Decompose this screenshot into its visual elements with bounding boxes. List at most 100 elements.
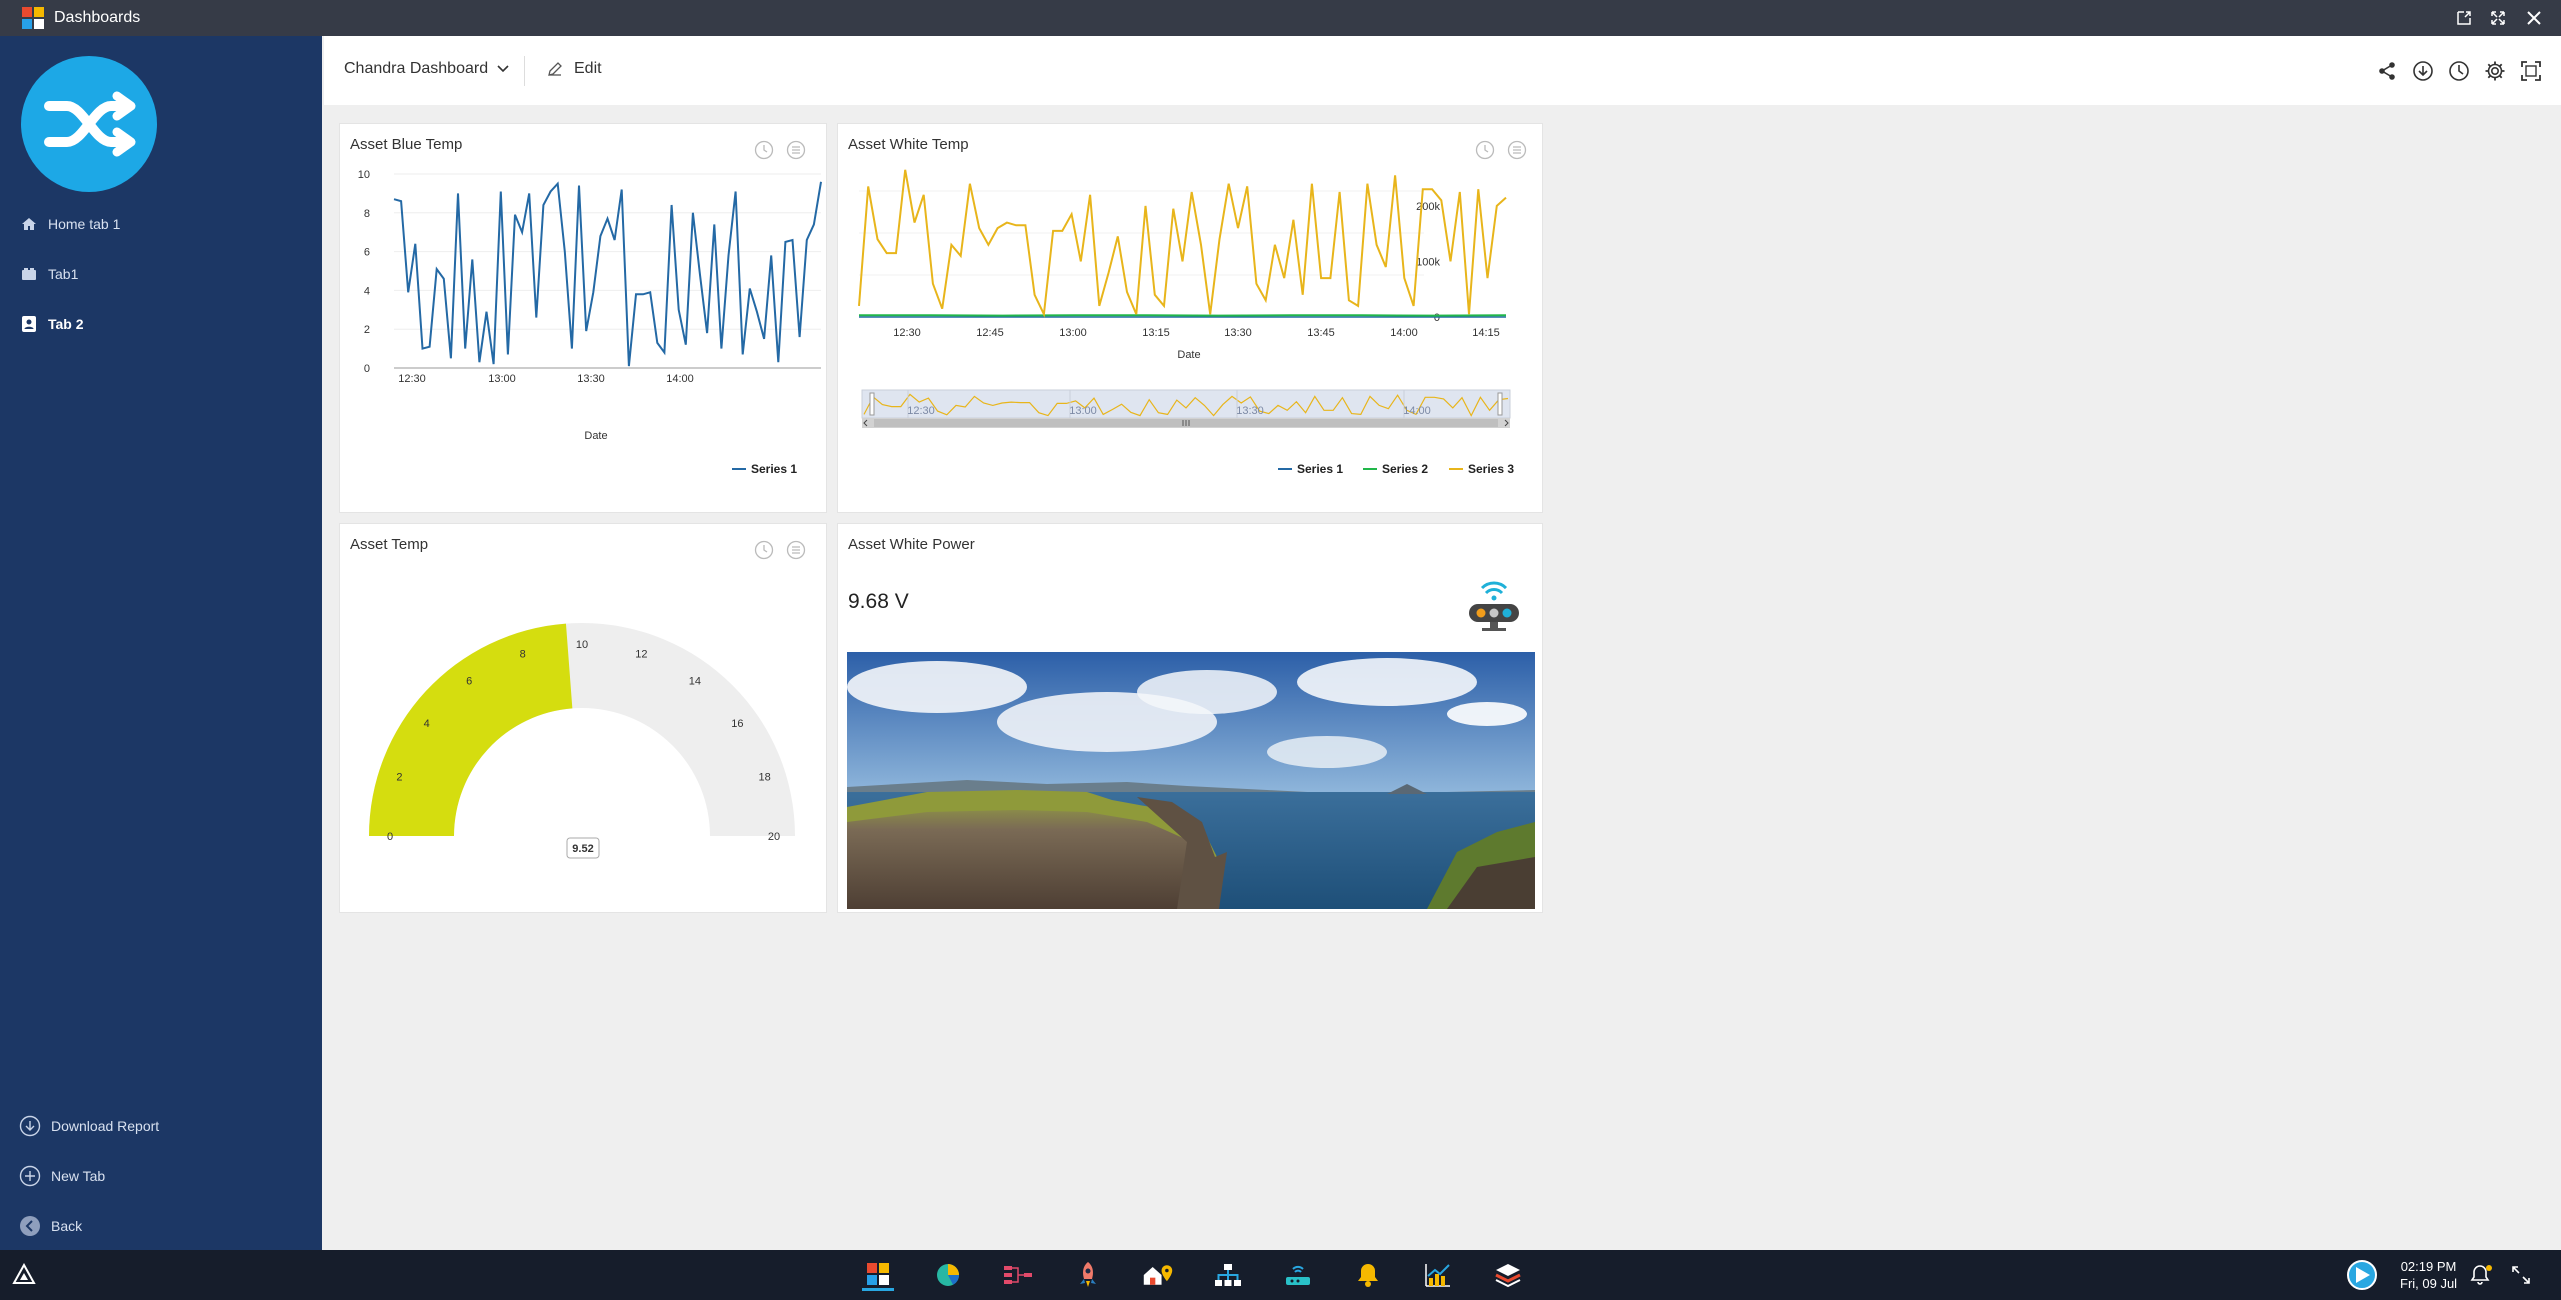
hierarchy-icon[interactable]: [1212, 1259, 1244, 1291]
x-tick-label: 13:00: [1059, 327, 1087, 339]
y-tick-label: 100k: [1416, 256, 1440, 268]
x-axis-label: Date: [1177, 349, 1200, 361]
sidebar-item-label: Home tab 1: [48, 216, 121, 232]
x-axis-label: Date: [584, 430, 607, 442]
user-avatar[interactable]: [2344, 1260, 2380, 1295]
gauge-tick-label: 16: [731, 718, 743, 730]
gauge-tick-label: 12: [635, 648, 647, 660]
sidebar-item-tab1[interactable]: Tab1: [20, 260, 78, 288]
series-1-line: [393, 181, 822, 367]
widget-title: Asset White Power: [848, 536, 975, 553]
close-icon[interactable]: [2522, 6, 2546, 30]
power-value: 9.68 V: [848, 590, 909, 613]
dashboard-selector[interactable]: Chandra Dashboard: [344, 60, 510, 78]
gauge-tick-label: 8: [520, 648, 526, 660]
edit-button[interactable]: Edit: [546, 60, 602, 78]
expand-icon[interactable]: [2510, 1264, 2532, 1291]
pencil-icon: [548, 62, 562, 76]
navigator-tick-label: 13:30: [1236, 405, 1264, 417]
temp-gauge: 0 2 4 6 8 10 12 14 16 18 20 9.52: [369, 623, 795, 859]
title-bar: Dashboards: [0, 0, 2561, 36]
x-tick-label: 12:45: [976, 327, 1004, 339]
legend-series-1[interactable]: Series 1: [1297, 462, 1343, 476]
y-tick-label: 4: [364, 285, 370, 297]
widget-asset-blue-temp: Asset Blue Temp 0 2 4 6 8 10 12:30 13:00 13:30 1…: [339, 123, 827, 513]
sidebar-item-home-tab-1[interactable]: Home tab 1: [20, 210, 120, 238]
clock-date: Fri, 09 Jul: [2400, 1276, 2458, 1291]
clock-time: 02:19 PM: [2400, 1259, 2457, 1274]
back-label: Back: [51, 1218, 83, 1234]
share-icon[interactable]: [2374, 58, 2400, 84]
device-icon[interactable]: [1282, 1259, 1314, 1291]
tab-icon: [20, 265, 38, 283]
alerts-icon[interactable]: [1352, 1259, 1384, 1291]
legend-series-3[interactable]: Series 3: [1468, 462, 1514, 476]
notifications-icon[interactable]: [2470, 1264, 2494, 1291]
maximize-icon[interactable]: [2486, 6, 2510, 30]
legend-series-2[interactable]: Series 2: [1382, 462, 1428, 476]
blue-temp-line-chart: 0 2 4 6 8 10 12:30 13:00 13:30 14:00 Date Series…: [358, 169, 822, 476]
chart-navigator[interactable]: 12:30 13:00 13:30 14:00: [861, 389, 1511, 428]
y-tick-label: 0: [364, 363, 370, 375]
x-tick-label: 13:00: [488, 373, 516, 385]
dashboards-app-icon: [22, 7, 44, 29]
asset-location-icon[interactable]: [1142, 1259, 1174, 1291]
white-temp-line-chart: 0 100k 200k 12:30 12:45 13:00 13:15 13:30 13:45…: [858, 169, 1514, 476]
taskbar: 02:19 PM Fri, 09 Jul: [0, 1250, 2561, 1300]
reports-icon[interactable]: [1422, 1259, 1454, 1291]
popout-icon[interactable]: [2452, 6, 2476, 30]
gauge-value: 9.52: [572, 843, 593, 855]
back-button[interactable]: Back: [19, 1212, 82, 1240]
x-tick-label: 13:15: [1142, 327, 1170, 339]
y-tick-label: 6: [364, 247, 370, 259]
new-tab-label: New Tab: [51, 1168, 106, 1184]
brand-logo: [21, 56, 157, 192]
legend-series-1[interactable]: Series 1: [751, 462, 797, 476]
sidebar: Home tab 1 Tab1 Tab 2 Download Report Ne…: [0, 36, 322, 1250]
analytics-pie-icon[interactable]: [932, 1259, 964, 1291]
plus-circle-icon: [19, 1165, 41, 1187]
x-tick-label: 13:30: [577, 373, 605, 385]
wireless-sensor-icon: [1469, 581, 1519, 631]
sidebar-item-tab-2[interactable]: Tab 2: [20, 310, 84, 338]
dashboard-name: Chandra Dashboard: [344, 60, 489, 77]
download-icon[interactable]: [2410, 58, 2436, 84]
flow-icon[interactable]: [1002, 1259, 1034, 1291]
dashboards-icon[interactable]: [862, 1259, 894, 1291]
navigator-tick-label: 12:30: [907, 405, 935, 417]
sidebar-item-label: Tab1: [48, 266, 79, 282]
window-title: Dashboards: [54, 9, 141, 26]
back-circle-icon: [20, 1216, 40, 1236]
fullscreen-icon[interactable]: [2518, 58, 2544, 84]
x-tick-label: 12:30: [398, 373, 426, 385]
x-tick-label: 14:00: [666, 373, 694, 385]
history-icon[interactable]: [2446, 58, 2472, 84]
gauge-tick-label: 18: [758, 772, 770, 784]
contact-card-icon: [20, 315, 38, 333]
x-tick-label: 13:30: [1224, 327, 1252, 339]
y-tick-label: 2: [364, 324, 370, 336]
x-tick-label: 13:45: [1307, 327, 1335, 339]
settings-icon[interactable]: [2482, 58, 2508, 84]
download-circle-icon: [19, 1115, 41, 1137]
navigator-right-handle[interactable]: [1497, 392, 1503, 416]
start-menu-icon[interactable]: [12, 1262, 36, 1290]
rocket-icon[interactable]: [1072, 1259, 1104, 1291]
gauge-tick-label: 0: [387, 831, 393, 843]
new-tab-button[interactable]: New Tab: [19, 1162, 105, 1190]
edit-label: Edit: [574, 60, 602, 77]
gauge-tick-label: 10: [576, 639, 588, 651]
widget-asset-white-temp: Asset White Temp 0 100k 200k 12:30 12:45 13:…: [837, 123, 1543, 513]
navigator-left-handle[interactable]: [869, 392, 875, 416]
download-report-label: Download Report: [51, 1118, 160, 1134]
layers-icon[interactable]: [1492, 1259, 1524, 1291]
shuffle-icon: [44, 91, 136, 157]
dashboard-header: Chandra Dashboard Edit: [324, 36, 2561, 105]
gauge-tick-label: 2: [396, 772, 402, 784]
gauge-tick-label: 6: [466, 676, 472, 688]
sidebar-item-label: Tab 2: [48, 316, 84, 332]
y-tick-label: 0: [1434, 312, 1440, 324]
download-report-button[interactable]: Download Report: [19, 1112, 159, 1140]
gauge-tick-label: 14: [689, 676, 701, 688]
x-tick-label: 12:30: [893, 327, 921, 339]
